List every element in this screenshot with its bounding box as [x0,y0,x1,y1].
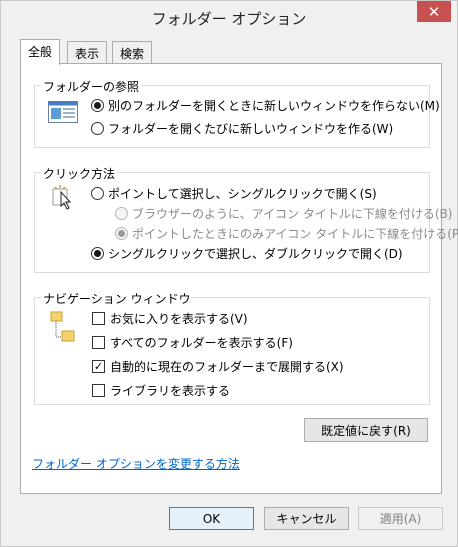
button-label: 適用(A) [379,512,422,526]
folder-options-dialog: フォルダー オプション ✕ 全般 表示 検索 フォルダーの参照 別のフォルダーを… [0,0,458,547]
option-label: 自動的に現在のフォルダーまで展開する(X) [110,360,344,374]
checkmark-icon: ✓ [93,360,104,373]
checkbox[interactable] [92,336,105,349]
option-label: ブラウザーのように、アイコン タイトルに下線を付ける(B) [132,207,453,221]
general-tab-panel: フォルダーの参照 別のフォルダーを開くときに新しいウィンドウを作らない(M) フ… [20,63,458,494]
checkbox-show-all-folders[interactable]: すべてのフォルダーを表示する(F) [92,334,293,351]
option-label: ポイントしたときにのみアイコン タイトルに下線を付ける(P) [132,227,458,241]
checkbox[interactable] [92,312,105,325]
radio-double-click[interactable]: シングルクリックで選択し、ダブルクリックで開く(D) [91,245,403,262]
option-label: 別のフォルダーを開くときに新しいウィンドウを作らない(M) [108,99,440,113]
option-label: すべてのフォルダーを表示する(F) [110,336,293,350]
button-label: 既定値に戻す(R) [321,423,411,438]
checkbox[interactable] [92,384,105,397]
checkbox-auto-expand[interactable]: ✓ 自動的に現在のフォルダーまで展開する(X) [92,358,344,375]
option-label: ポイントして選択し、シングルクリックで開く(S) [108,187,377,201]
title-bar[interactable]: フォルダー オプション ✕ [1,1,457,33]
ok-button[interactable]: OK [169,507,254,530]
close-icon: ✕ [427,2,441,21]
group-title: フォルダーの参照 [41,78,142,95]
option-label: シングルクリックで選択し、ダブルクリックで開く(D) [108,247,403,261]
checkbox-show-libraries[interactable]: ライブラリを表示する [92,382,230,399]
radio-same-window[interactable]: 別のフォルダーを開くときに新しいウィンドウを作らない(M) [91,97,440,114]
radio-underline-browser[interactable]: ブラウザーのように、アイコン タイトルに下線を付ける(B) [115,205,452,222]
radio-button[interactable] [91,187,104,200]
tab-label: 表示 [75,47,100,61]
window-layout-icon [48,101,78,126]
radio-button[interactable] [115,207,128,220]
radio-button[interactable] [91,247,104,260]
click-method-group: クリック方法 ポイントして選択し、シングルクリックで開く(S) ブラウザーのよう… [34,165,458,273]
cancel-button[interactable]: キャンセル [264,507,349,530]
radio-button[interactable] [115,227,128,240]
tab-search[interactable]: 検索 [112,41,153,63]
help-link[interactable]: フォルダー オプションを変更する方法 [32,455,240,472]
navigation-pane-group: ナビゲーション ウィンドウ お気に入りを表示する(V) すべてのフォルダーを表示… [34,290,430,405]
cursor-click-icon [51,183,77,214]
close-button[interactable]: ✕ [417,1,451,22]
radio-button[interactable] [91,99,104,112]
option-label: ライブラリを表示する [110,384,231,398]
radio-button[interactable] [91,122,104,135]
folder-tree-icon [50,310,76,347]
radio-underline-point[interactable]: ポイントしたときにのみアイコン タイトルに下線を付ける(P) [115,225,458,242]
radio-new-window[interactable]: フォルダーを開くたびに新しいウィンドウを作る(W) [91,120,393,137]
option-label: フォルダーを開くたびに新しいウィンドウを作る(W) [108,122,394,136]
restore-defaults-button[interactable]: 既定値に戻す(R) [304,418,428,442]
browse-folders-group: フォルダーの参照 別のフォルダーを開くときに新しいウィンドウを作らない(M) フ… [34,78,440,148]
window-title: フォルダー オプション [151,10,307,28]
group-title: クリック方法 [41,165,118,182]
radio-single-click[interactable]: ポイントして選択し、シングルクリックで開く(S) [91,185,377,202]
button-label: OK [202,511,221,526]
tab-general[interactable]: 全般 [20,39,61,65]
tab-label: 検索 [120,47,145,61]
tab-label: 全般 [28,45,53,59]
button-label: キャンセル [276,512,337,526]
checkbox-show-favorites[interactable]: お気に入りを表示する(V) [92,310,248,327]
apply-button[interactable]: 適用(A) [358,507,443,530]
option-label: お気に入りを表示する(V) [110,312,248,326]
checkbox[interactable]: ✓ [92,360,105,373]
tab-view[interactable]: 表示 [67,41,108,63]
group-title: ナビゲーション ウィンドウ [41,290,193,307]
